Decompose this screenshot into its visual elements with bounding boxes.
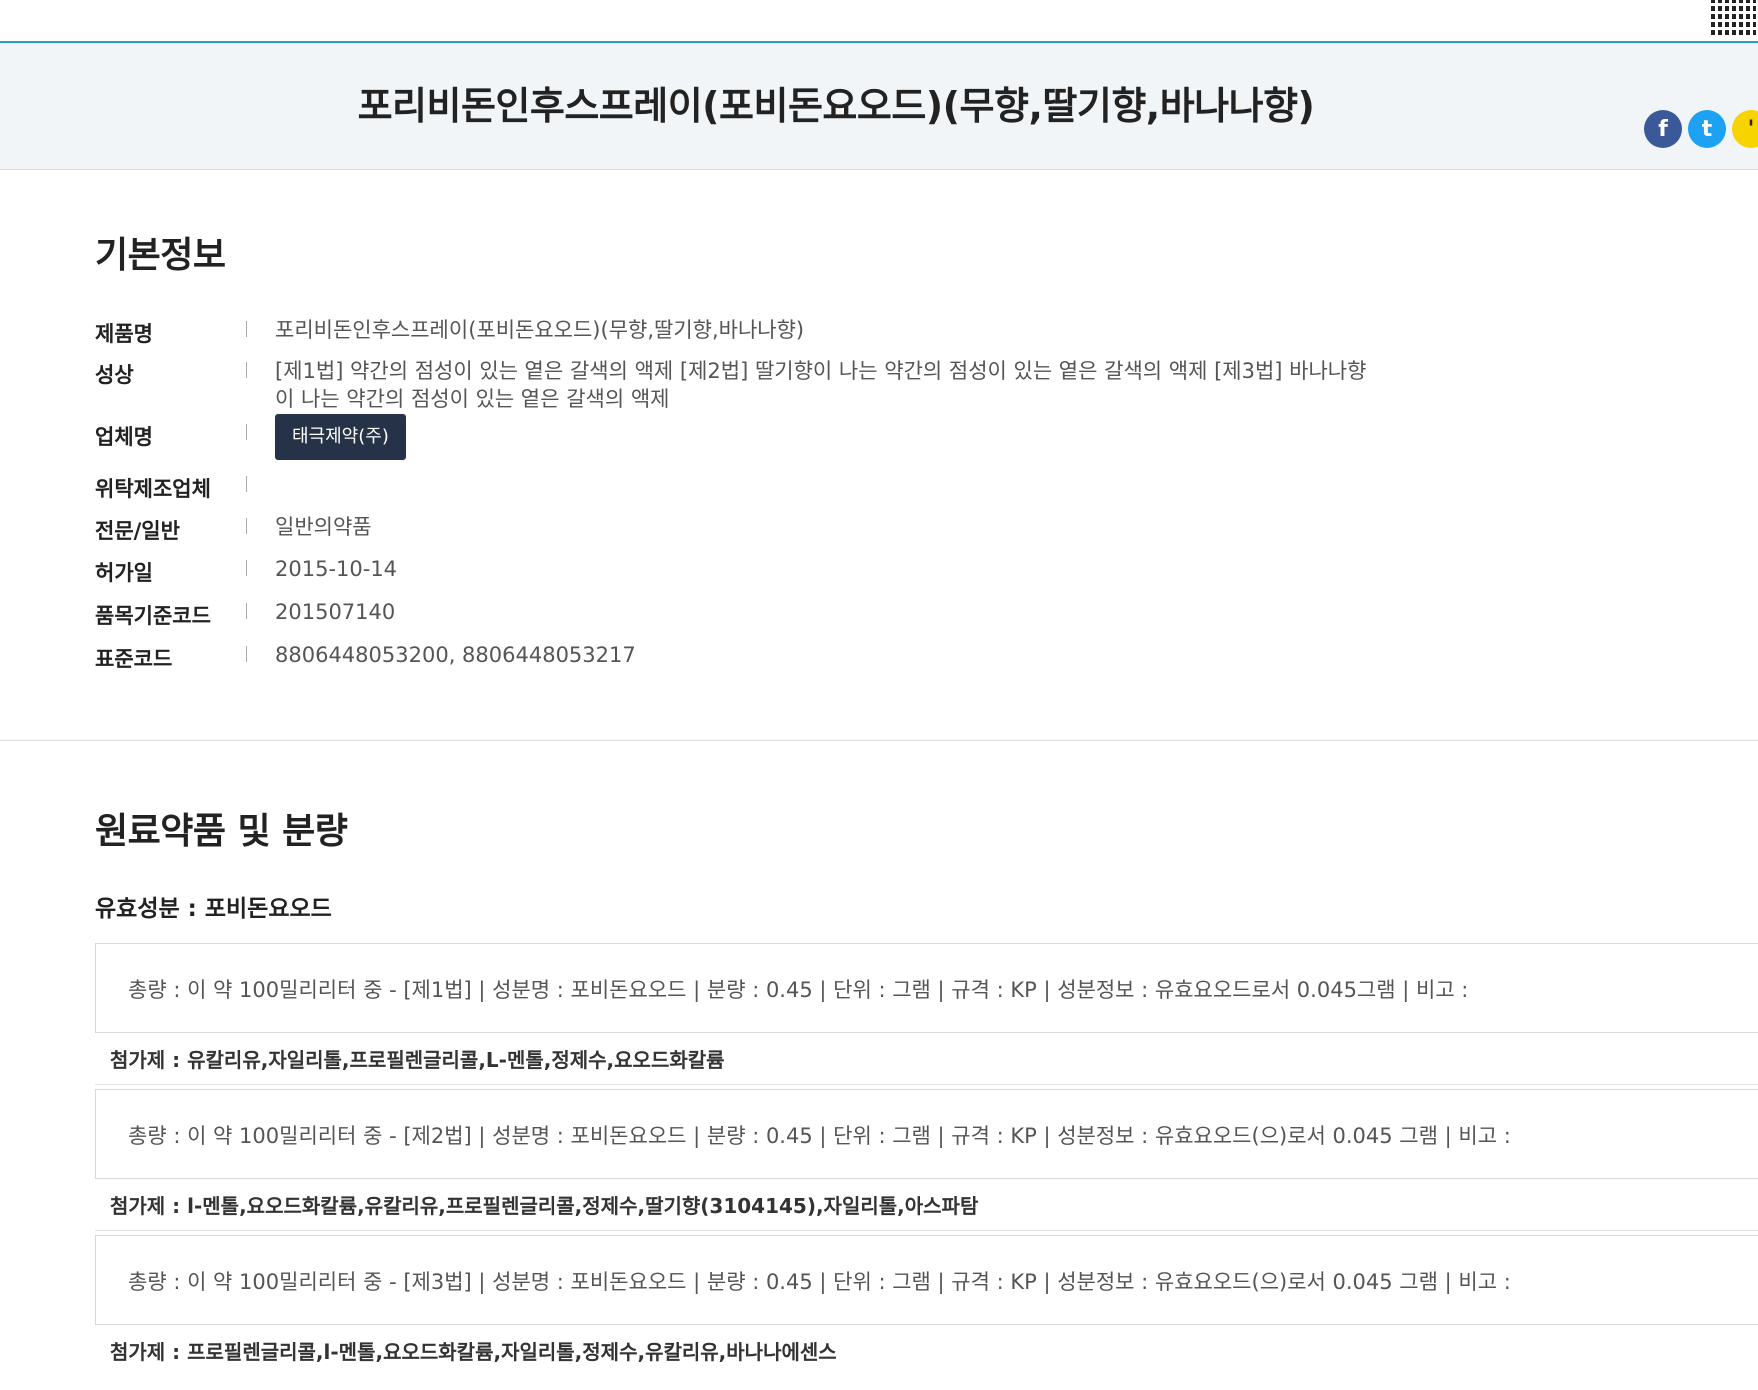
value-item-code: 201507140: [275, 600, 396, 624]
ingredient-detail: 총량 : 이 약 100밀리리터 중 - [제3법] | 성분명 : 포비돈요오…: [128, 1270, 1511, 1294]
value-category: 일반의약품: [275, 515, 372, 539]
label-standard-code: 표준코드: [95, 647, 173, 671]
additive-text: 첨가제 : 프로필렌글리콜,l-멘톨,요오드화칼륨,자일리톨,정제수,유칼리유,…: [110, 1340, 837, 1364]
ingredient-detail-box: 총량 : 이 약 100밀리리터 중 - [제1법] | 성분명 : 포비돈요오…: [95, 943, 1758, 1033]
label-product-name: 제품명: [95, 322, 153, 346]
ingredient-detail: 총량 : 이 약 100밀리리터 중 - [제1법] | 성분명 : 포비돈요오…: [128, 978, 1469, 1002]
label-category: 전문/일반: [95, 519, 180, 543]
twitter-icon[interactable]: t: [1688, 110, 1726, 148]
page-title: 포리비돈인후스프레이(포비돈요오드)(무향,딸기향,바나나향): [357, 84, 1315, 128]
ingredient-detail-box: 총량 : 이 약 100밀리리터 중 - [제3법] | 성분명 : 포비돈요오…: [95, 1235, 1758, 1325]
ingredient-detail: 총량 : 이 약 100밀리리터 중 - [제2법] | 성분명 : 포비돈요오…: [128, 1124, 1511, 1148]
qr-code-icon: [1711, 0, 1756, 35]
value-appearance: [제1법] 약간의 점성이 있는 옅은 갈색의 액제 [제2법] 딸기향이 나는…: [275, 359, 1367, 411]
basic-info-heading: 기본정보: [95, 235, 226, 276]
value-product-name: 포리비돈인후스프레이(포비돈요오드)(무향,딸기향,바나나향): [275, 318, 805, 342]
ingredient-detail-box: 총량 : 이 약 100밀리리터 중 - [제2법] | 성분명 : 포비돈요오…: [95, 1089, 1758, 1179]
additive-text: 첨가제 : 유칼리유,자일리톨,프로필렌글리콜,L-멘톨,정제수,요오드화칼륨: [110, 1048, 725, 1072]
label-permit-date: 허가일: [95, 561, 153, 585]
active-ingredient: 유효성분 : 포비돈요오드: [95, 896, 332, 922]
kakao-icon[interactable]: ': [1732, 110, 1758, 148]
value-standard-code: 8806448053200, 8806448053217: [275, 643, 636, 667]
label-contract-maker: 위탁제조업체: [95, 477, 211, 501]
label-company: 업체명: [95, 425, 153, 449]
ingredients-heading: 원료약품 및 분량: [95, 811, 348, 852]
company-button[interactable]: 태극제약(주): [275, 414, 406, 460]
facebook-icon[interactable]: f: [1644, 110, 1682, 148]
label-item-code: 품목기준코드: [95, 604, 211, 628]
additive-text: 첨가제 : l-멘톨,요오드화칼륨,유칼리유,프로필렌글리콜,정제수,딸기향(3…: [110, 1194, 979, 1218]
label-appearance: 성상: [95, 363, 134, 387]
title-bar: 포리비돈인후스프레이(포비돈요오드)(무향,딸기향,바나나향) f t ': [0, 43, 1758, 170]
value-permit-date: 2015-10-14: [275, 557, 398, 581]
section-divider: [0, 740, 1758, 741]
